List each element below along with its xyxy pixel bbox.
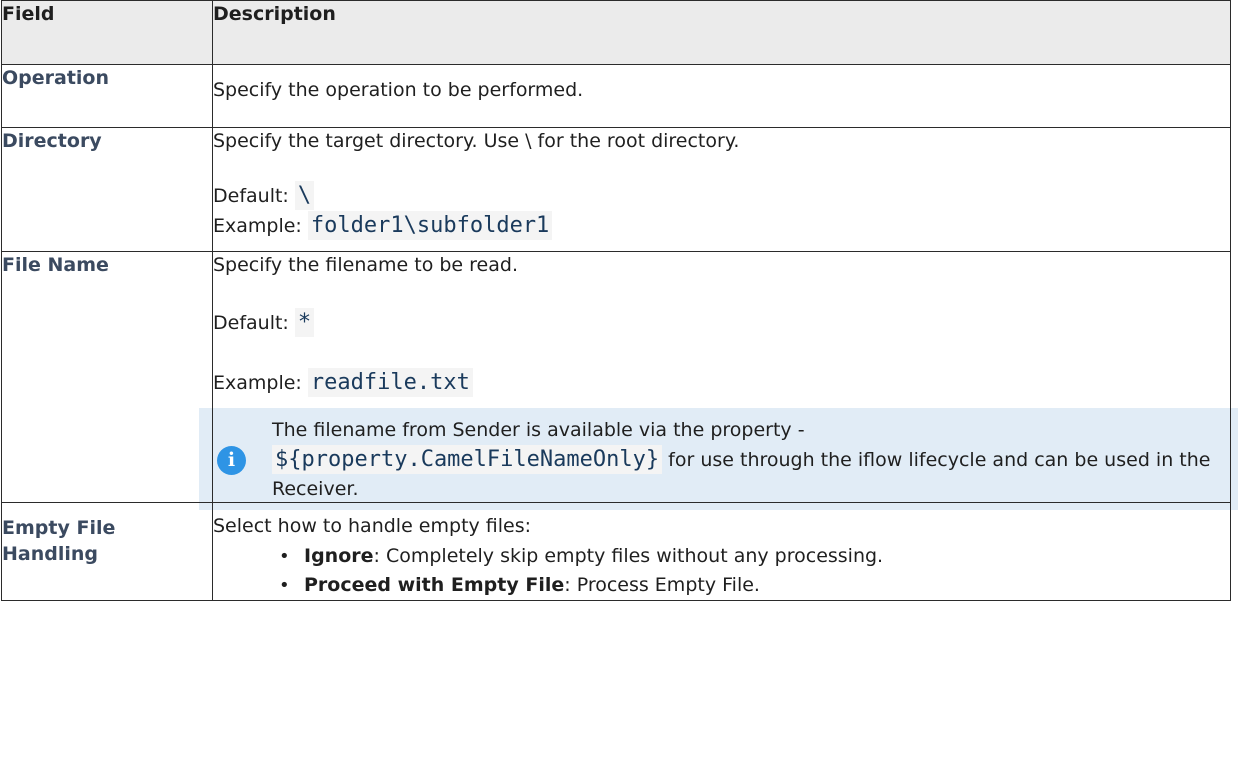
list-item: Ignore: Completely skip empty files with…	[213, 542, 1230, 571]
default-line: Default: \	[213, 181, 1230, 211]
info-note-text: The filename from Sender is available vi…	[272, 416, 1226, 504]
default-value: \	[294, 181, 315, 210]
list-item: Proceed with Empty File: Process Empty F…	[213, 571, 1230, 600]
description-directory: Specify the target directory. Use \ for …	[212, 127, 1231, 252]
description-text: Specify the target directory. Use \ for …	[213, 130, 740, 152]
field-name-line: Empty File	[2, 517, 116, 539]
note-code: ${property.CamelFileNameOnly}	[272, 445, 663, 474]
option-term: Proceed with Empty File	[304, 574, 565, 596]
default-label: Default:	[213, 185, 289, 207]
field-name-directory: Directory	[1, 127, 213, 252]
field-name-file-name: File Name	[1, 251, 213, 503]
header-description: Description	[212, 0, 1231, 65]
example-value: folder1\subfolder1	[307, 211, 553, 240]
option-list: Ignore: Completely skip empty files with…	[213, 542, 1230, 600]
option-text: : Completely skip empty files without an…	[373, 545, 884, 567]
field-name-line: Handling	[2, 543, 99, 565]
table-header-row: Field Description	[1, 0, 1231, 65]
field-name-empty-file-handling: Empty File Handling	[1, 502, 213, 601]
description-operation: Specify the operation to be performed.	[212, 64, 1231, 128]
option-text: : Process Empty File.	[564, 574, 760, 596]
table-row-operation: Operation Specify the operation to be pe…	[1, 64, 1231, 128]
info-icon: i	[217, 445, 246, 475]
header-field: Field	[1, 0, 213, 65]
example-label: Example:	[213, 215, 302, 237]
description-empty-file-handling: Select how to handle empty files: Ignore…	[212, 502, 1231, 601]
description-text: Specify the filename to be read.	[213, 254, 518, 276]
description-text: Specify the operation to be performed.	[213, 79, 584, 101]
example-label: Example:	[213, 372, 302, 394]
example-line: Example: readfile.txt	[213, 368, 1230, 398]
example-value: readfile.txt	[307, 368, 473, 397]
description-text: Select how to handle empty files:	[213, 515, 532, 537]
default-value: *	[294, 308, 315, 337]
example-line: Example: folder1\subfolder1	[213, 211, 1230, 241]
table-row-empty-file-handling: Empty File Handling Select how to handle…	[1, 502, 1231, 601]
table-row-file-name: File Name Specify the filename to be rea…	[1, 251, 1238, 510]
description-file-name: Specify the filename to be read. Default…	[199, 251, 1238, 510]
table-row-directory: Directory Specify the target directory. …	[1, 127, 1231, 252]
default-label: Default:	[213, 312, 289, 334]
field-description-table: Field Description Operation Specify the …	[1, 0, 1238, 601]
default-line: Default: *	[213, 308, 1230, 338]
option-term: Ignore	[304, 545, 374, 567]
field-name-operation: Operation	[1, 64, 213, 128]
note-text-before: The filename from Sender is available vi…	[272, 419, 805, 441]
info-note: i The filename from Sender is available …	[199, 408, 1238, 510]
